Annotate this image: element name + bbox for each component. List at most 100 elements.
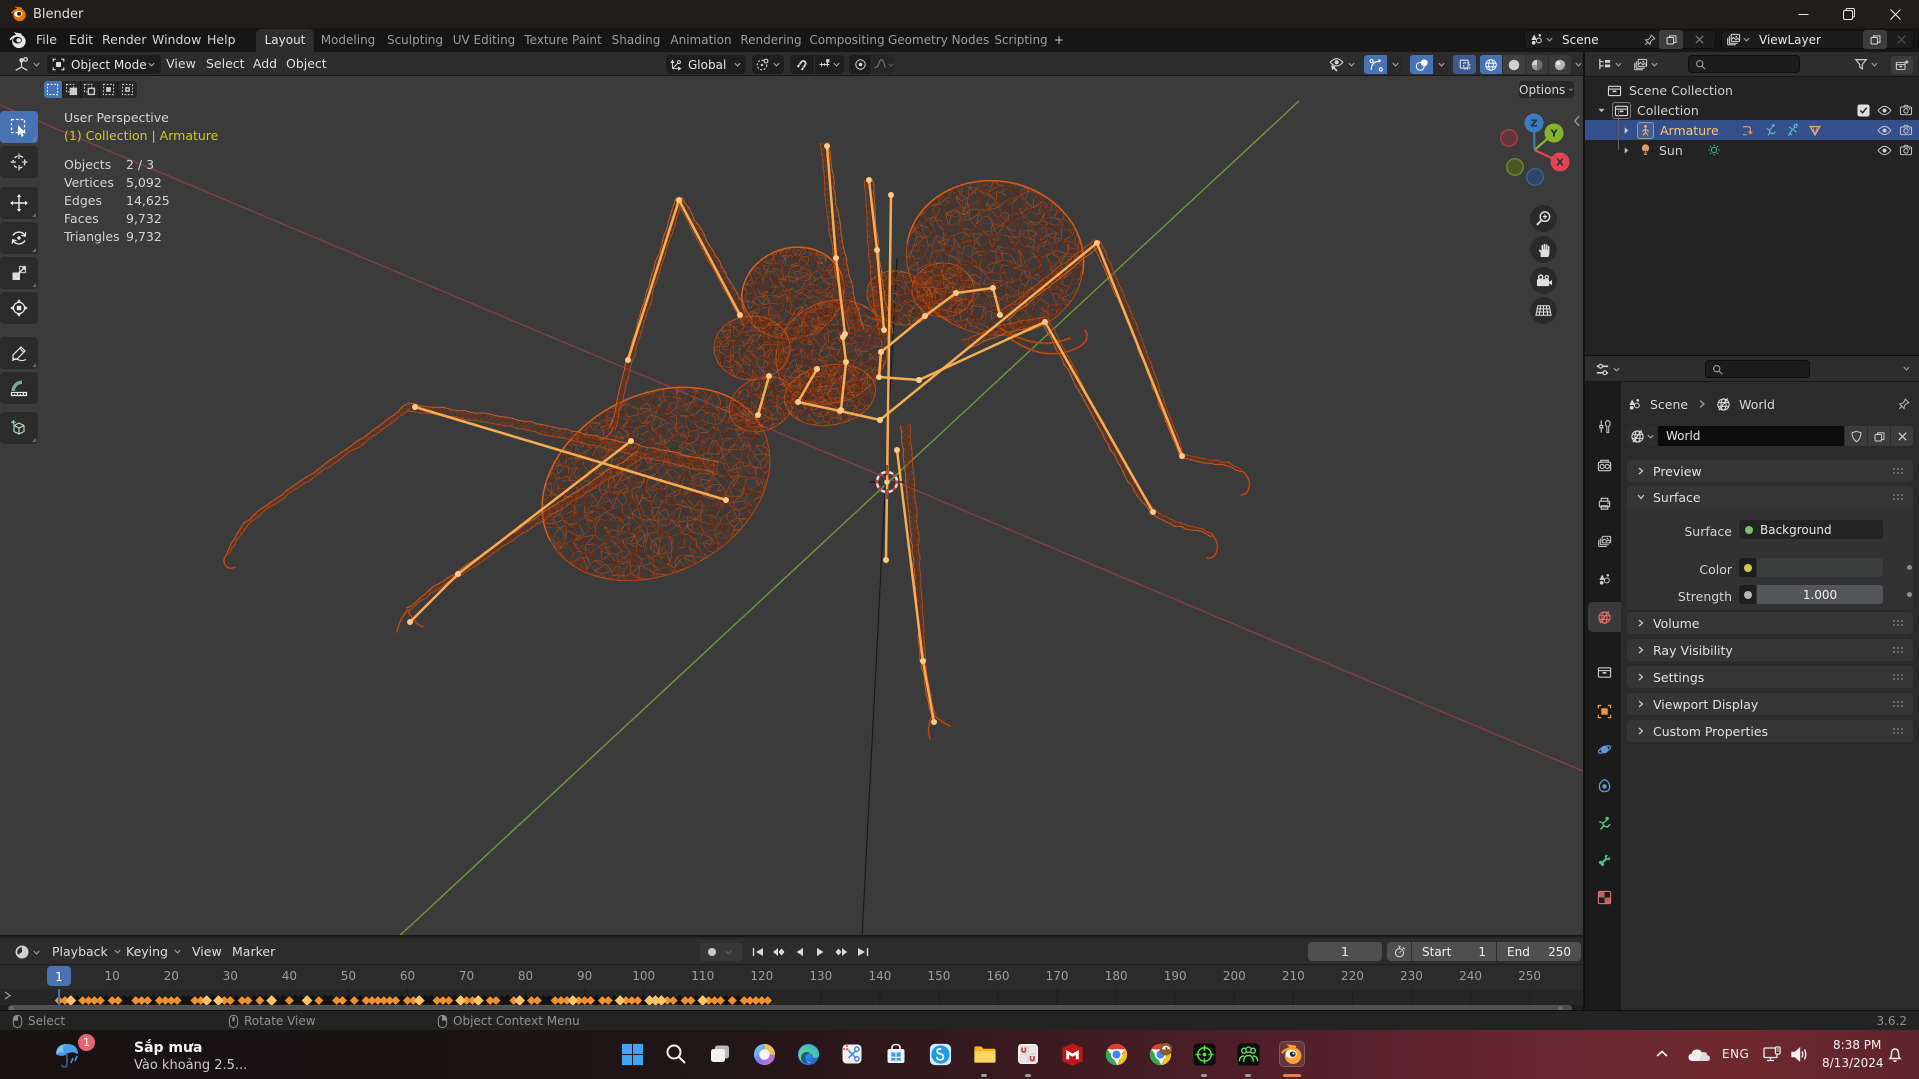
xray-toggle[interactable] [1453,55,1476,74]
viewlayer-name[interactable]: ViewLayer [1759,33,1821,47]
jump-to-start-button[interactable] [748,947,767,957]
viewlayer-selector[interactable]: ViewLayer [1721,30,1914,49]
minimize-button[interactable] [1780,0,1826,28]
properties-search[interactable] [1705,360,1810,378]
tray-expand-icon[interactable] [1655,1048,1669,1063]
properties-tab-world[interactable] [1588,602,1621,632]
panel-header-volume[interactable]: Volume [1627,612,1913,634]
viewport-menu-select[interactable]: Select [206,52,245,76]
tab-rendering[interactable]: Rendering [736,29,806,52]
outliner-filter-display[interactable] [1633,57,1659,72]
transform-orientation[interactable]: Global [666,55,746,74]
next-keyframe-button[interactable] [832,947,851,957]
copy-world-button[interactable] [1868,426,1890,446]
strength-slider[interactable]: 1.000 [1739,585,1883,604]
panel-drag-handle[interactable] [1892,673,1905,681]
previous-keyframe-button[interactable] [769,947,788,957]
tray-date[interactable]: 8/13/2024 [1822,1056,1884,1070]
snap-toggle[interactable] [790,55,814,74]
taskbar-app-chrome[interactable] [1103,1041,1129,1067]
panel-drag-handle[interactable] [1892,727,1905,735]
tool-scale[interactable] [0,257,38,289]
panel-drag-handle[interactable] [1892,700,1905,708]
taskbar-app-people-app[interactable] [1235,1041,1261,1067]
tool-cursor[interactable] [0,146,38,178]
mode-selector[interactable]: Object Mode [47,55,161,74]
camera-view-button[interactable] [1530,267,1557,294]
properties-tab-output[interactable] [1588,488,1621,518]
taskbar-app-store[interactable] [883,1041,909,1067]
breadcrumb-scene[interactable]: Scene [1650,397,1688,412]
panel-drag-handle[interactable] [1892,467,1905,475]
viewport-menu-view[interactable]: View [166,52,196,76]
properties-tab-object-data[interactable] [1588,808,1621,838]
volume-icon[interactable] [1790,1046,1809,1066]
tab-compositing[interactable]: Compositing [806,29,888,52]
use-preview-range-button[interactable] [1387,942,1411,961]
tab-texture-paint[interactable]: Texture Paint [520,29,606,52]
menu-render[interactable]: Render [102,28,147,52]
current-frame-indicator[interactable]: 1 [47,966,71,986]
panel-header-preview[interactable]: Preview [1627,460,1913,482]
taskbar-app-chrome-profile[interactable] [1147,1041,1173,1067]
disable-render-icon[interactable] [1899,104,1913,116]
tool-transform[interactable] [0,292,38,324]
timeline-menu-view[interactable]: View [192,939,222,965]
restore-button[interactable] [1826,0,1872,28]
taskbar-app-unikey[interactable] [1015,1041,1041,1067]
color-swatch[interactable] [1757,558,1883,577]
tab-animation[interactable]: Animation [666,29,736,52]
pin-icon[interactable] [1897,397,1911,411]
properties-tab-object[interactable] [1588,696,1621,726]
taskbar-app-crosshair-app[interactable] [1191,1041,1217,1067]
outliner-search[interactable] [1688,55,1800,73]
disclosure-triangle-icon[interactable] [1622,126,1631,135]
orthographic-button[interactable] [1530,297,1557,324]
taskbar-weather-widget[interactable]: 1 Sắp mưa Vào khoảng 2.5... [50,1034,340,1077]
disclosure-triangle-icon[interactable] [1622,146,1631,155]
tab-layout[interactable]: Layout [256,29,314,52]
outliner-row-armature[interactable]: Armature [1585,110,1919,150]
scene-name[interactable]: Scene [1562,33,1599,47]
panel-header-surface[interactable]: Surface [1627,486,1913,508]
properties-tab-view-layer[interactable] [1588,526,1621,556]
menu-window[interactable]: Window [152,28,201,52]
timeline-menu-keying[interactable]: Keying [126,939,182,965]
blender-menu-icon[interactable] [9,31,28,53]
disable-render-icon[interactable] [1899,124,1913,136]
channel-expand-icon[interactable] [3,990,12,1004]
start-frame-field[interactable]: Start 1 [1412,942,1496,961]
new-viewlayer-button[interactable] [1863,30,1887,49]
snap-with-selector[interactable] [815,55,844,74]
shading-solid-button[interactable] [1503,55,1525,74]
outliner-row-collection[interactable]: Collection [1585,100,1919,120]
disable-render-icon[interactable] [1899,144,1913,156]
panel-drag-handle[interactable] [1892,646,1905,654]
select-mode-extend[interactable] [62,81,82,98]
tab-geometry-nodes[interactable]: Geometry Nodes [888,29,989,52]
tool-annotate[interactable] [0,337,38,369]
viewport-options-button[interactable]: Options [1519,81,1574,98]
select-mode-subtract[interactable] [81,81,100,98]
menu-edit[interactable]: Edit [69,28,93,52]
viewport-menu-add[interactable]: Add [252,52,278,76]
sidebar-toggle-icon[interactable] [1572,114,1582,131]
pan-button[interactable] [1530,236,1557,263]
properties-editor-type[interactable] [1595,362,1621,377]
scene-selector[interactable]: Scene [1524,30,1716,49]
color-field[interactable] [1739,558,1883,577]
outliner-filter-button[interactable] [1854,57,1879,71]
shading-rendered-button[interactable] [1549,55,1571,74]
panel-header-viewport-display[interactable]: Viewport Display [1627,693,1913,715]
taskbar-app-mcafee[interactable] [1059,1041,1085,1067]
select-mode-set[interactable] [44,81,63,98]
viewport-3d-scene[interactable] [0,76,1583,935]
properties-tab-physics[interactable] [1588,734,1621,764]
tab-sculpting[interactable]: Sculpting [382,29,448,52]
browse-world-button[interactable] [1627,426,1657,446]
tab-scripting[interactable]: Scripting [988,29,1054,52]
tray-time[interactable]: 8:38 PM [1833,1038,1881,1052]
new-scene-button[interactable] [1659,30,1683,49]
timeline-menu-playback[interactable]: Playback [52,939,122,965]
proportional-editing-toggle[interactable] [849,55,871,74]
